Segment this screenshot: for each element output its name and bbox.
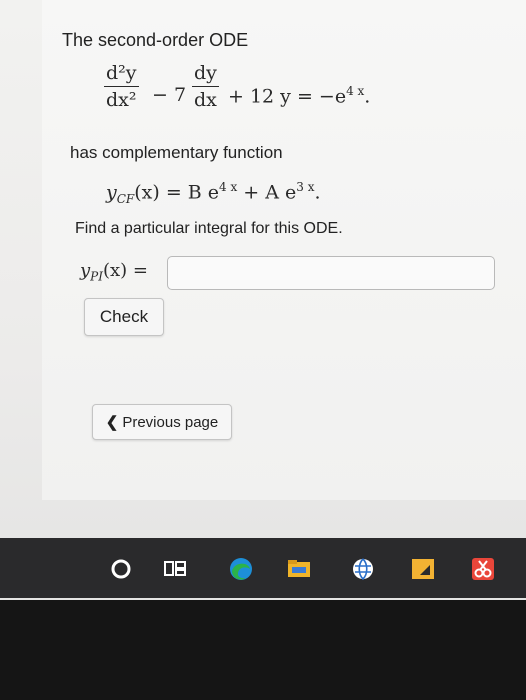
cf-text: has complementary function <box>70 143 283 162</box>
file-explorer-icon[interactable] <box>286 556 312 582</box>
bottom-frame <box>0 600 526 700</box>
chevron-left-icon: ❮ <box>105 414 119 431</box>
pi-label: yPI(x) = <box>80 260 148 284</box>
answer-input[interactable] <box>167 256 495 290</box>
first-derivative: dy dx <box>192 62 219 111</box>
task-view-icon[interactable] <box>162 556 188 582</box>
question-intro: The second-order ODE <box>62 30 249 50</box>
previous-page-button[interactable]: ❮ Previous page <box>92 404 232 440</box>
ode-equation: d²y dx² − 7 dy dx + 12 y = −e4 x. <box>104 62 424 132</box>
find-text: Find a particular integral for this ODE. <box>75 220 343 237</box>
sticky-notes-icon[interactable] <box>410 556 436 582</box>
ode-rhs: + 12 y = −e4 x. <box>228 84 371 108</box>
previous-page-label: Previous page <box>122 413 219 431</box>
snipping-tool-icon[interactable] <box>470 556 496 582</box>
second-derivative: d²y dx² <box>104 62 139 111</box>
edge-browser-icon[interactable] <box>228 556 254 582</box>
screen: The second-order ODE d²y dx² − 7 dy dx +… <box>0 0 526 600</box>
store-globe-icon[interactable] <box>350 556 376 582</box>
taskbar <box>0 538 526 598</box>
check-button[interactable]: Check <box>84 298 164 336</box>
cf-equation: yCF(x) = B e4 x + A e3 x. <box>106 180 321 207</box>
search-circle-icon[interactable] <box>108 556 134 582</box>
minus-seven: − 7 <box>152 84 187 106</box>
